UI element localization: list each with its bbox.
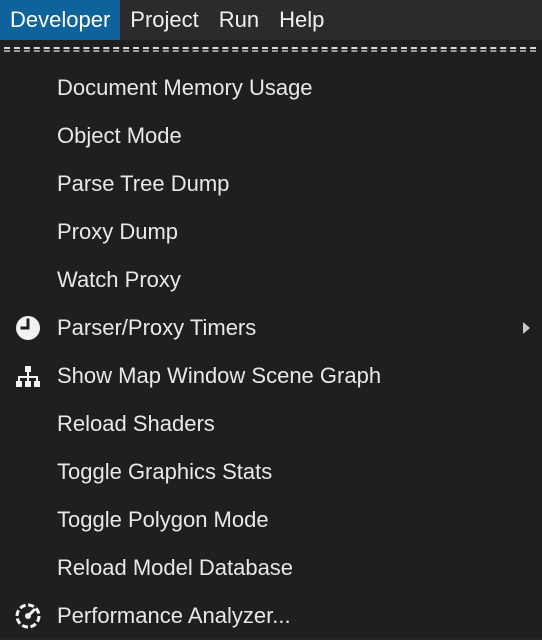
menu-item-label: Proxy Dump (57, 219, 179, 244)
menu-item-label: Toggle Graphics Stats (57, 459, 273, 484)
menu-item-reload-model-database[interactable]: Reload Model Database (0, 544, 542, 592)
menu-item-performance-analyzer[interactable]: Performance Analyzer... (0, 592, 542, 640)
menu-item-watch-proxy[interactable]: Watch Proxy (0, 256, 542, 304)
menu-project[interactable]: Project (120, 0, 208, 40)
menu-item-reload-shaders[interactable]: Reload Shaders (0, 400, 542, 448)
menu-item-label: Toggle Polygon Mode (57, 507, 269, 532)
menu-run[interactable]: Run (209, 0, 269, 40)
menu-item-toggle-polygon-mode[interactable]: Toggle Polygon Mode (0, 496, 542, 544)
menu-item-proxy-dump[interactable]: Proxy Dump (0, 208, 542, 256)
menu-item-label: Performance Analyzer... (57, 603, 291, 628)
menu-item-object-mode[interactable]: Object Mode (0, 112, 542, 160)
menu-item-label: Parse Tree Dump (57, 171, 230, 196)
menu-item-label: Document Memory Usage (57, 75, 313, 100)
menu-help[interactable]: Help (269, 0, 334, 40)
menu-item-label: Parser/Proxy Timers (57, 315, 257, 340)
tearoff-line-shadow (4, 50, 536, 52)
developer-dropdown-menu: Document Memory Usage Object Mode Parse … (0, 40, 542, 638)
hierarchy-icon (12, 360, 44, 392)
menu-item-toggle-graphics-stats[interactable]: Toggle Graphics Stats (0, 448, 542, 496)
performance-gauge-icon (12, 600, 44, 632)
menu-list: Document Memory Usage Object Mode Parse … (0, 64, 542, 640)
menu-item-label: Watch Proxy (57, 267, 181, 292)
menu-item-label: Reload Model Database (57, 555, 294, 580)
menu-item-label: Show Map Window Scene Graph (57, 363, 382, 388)
tearoff-line[interactable] (4, 47, 536, 49)
menu-developer[interactable]: Developer (0, 0, 121, 40)
menu-bar: Developer Project Run Help (0, 0, 542, 40)
menu-item-label: Reload Shaders (57, 411, 215, 436)
menu-item-document-memory-usage[interactable]: Document Memory Usage (0, 64, 542, 112)
clock-icon (12, 312, 44, 344)
menu-item-show-map-window-scene-graph[interactable]: Show Map Window Scene Graph (0, 352, 542, 400)
menu-item-label: Object Mode (57, 123, 182, 148)
menu-item-parser-proxy-timers[interactable]: Parser/Proxy Timers (0, 304, 542, 352)
menu-item-parse-tree-dump[interactable]: Parse Tree Dump (0, 160, 542, 208)
submenu-arrow-icon (523, 322, 530, 334)
